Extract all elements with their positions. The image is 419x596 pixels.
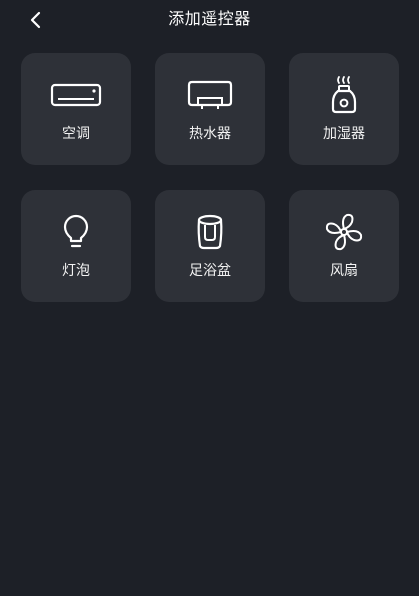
- water-heater-icon: [155, 73, 265, 117]
- device-grid: 空调 热水器 加湿器 灯泡 足浴盆 风扇: [21, 53, 399, 302]
- page-title: 添加遥控器: [168, 9, 251, 28]
- device-label: 风扇: [330, 263, 358, 279]
- fan-icon: [289, 210, 399, 254]
- air-conditioner-icon: [21, 73, 131, 117]
- humidifier-icon: [289, 73, 399, 117]
- device-card-fan[interactable]: 风扇: [289, 190, 399, 302]
- device-card-water-heater[interactable]: 热水器: [155, 53, 265, 165]
- device-label: 足浴盆: [189, 263, 231, 279]
- foot-bath-icon: [155, 210, 265, 254]
- device-card-air-conditioner[interactable]: 空调: [21, 53, 131, 165]
- device-card-foot-bath[interactable]: 足浴盆: [155, 190, 265, 302]
- device-label: 空调: [62, 126, 90, 142]
- light-bulb-icon: [21, 210, 131, 254]
- device-card-light-bulb[interactable]: 灯泡: [21, 190, 131, 302]
- device-label: 灯泡: [62, 263, 90, 279]
- device-card-humidifier[interactable]: 加湿器: [289, 53, 399, 165]
- device-label: 热水器: [189, 126, 231, 142]
- device-label: 加湿器: [323, 126, 365, 142]
- top-bar: 添加遥控器: [0, 0, 419, 40]
